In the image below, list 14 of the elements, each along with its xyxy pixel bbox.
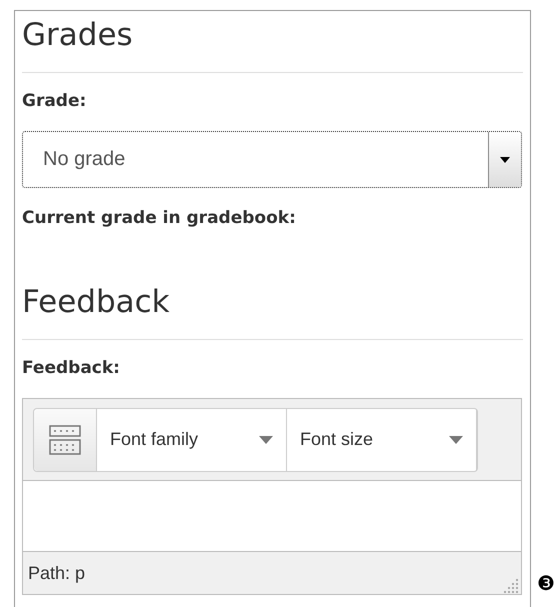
toolbar-toggle-icon[interactable]	[34, 408, 97, 470]
toolbar-dropdown[interactable]: Font size	[287, 408, 477, 470]
element-path: Path: p	[28, 562, 86, 584]
caret-icon	[259, 436, 273, 444]
toolbar-dropdown[interactable]: Font family	[97, 408, 287, 470]
callout-number: ❸	[537, 571, 555, 595]
field-label: Current grade in gradebook:	[22, 208, 297, 228]
caret-icon	[449, 436, 463, 444]
field-label: Feedback:	[22, 358, 121, 378]
resize-handle-icon[interactable]	[503, 578, 519, 594]
grade-select[interactable]: No grade	[22, 131, 522, 188]
field-label: Grade:	[22, 91, 88, 111]
section-heading: Grades	[22, 16, 134, 55]
section-heading: Feedback	[22, 283, 171, 322]
